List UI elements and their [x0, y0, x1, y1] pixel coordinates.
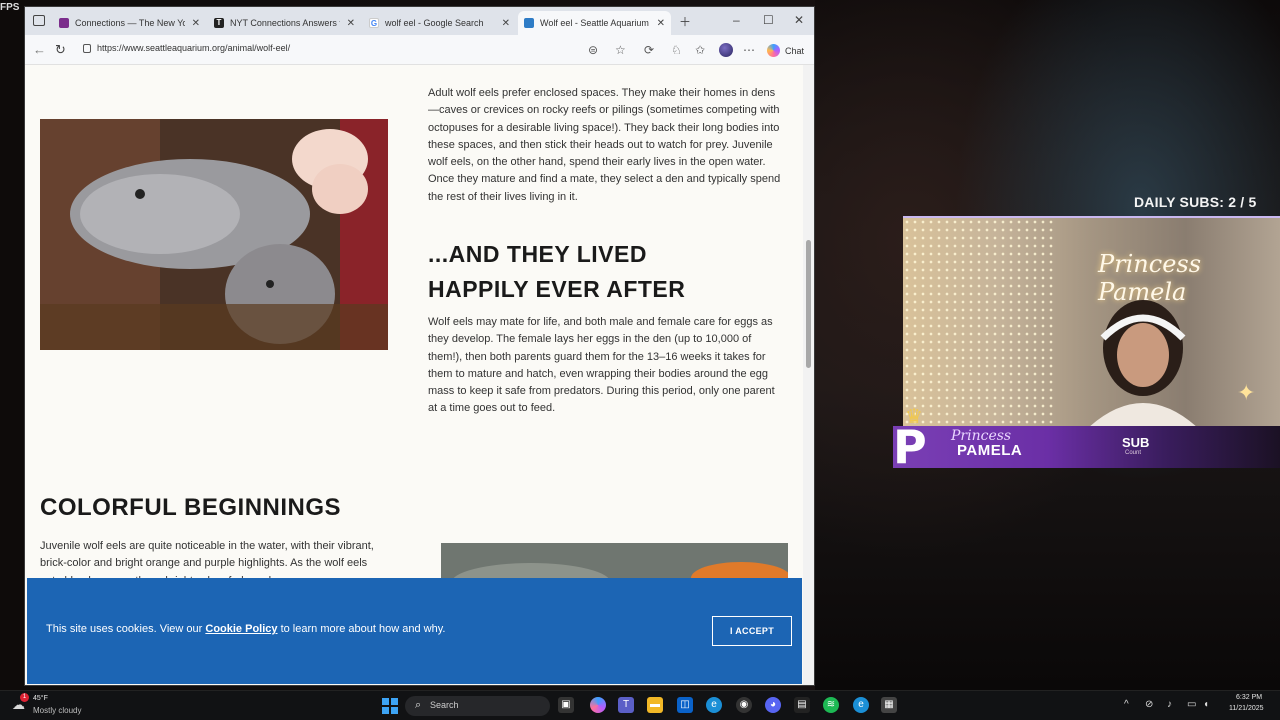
favorites-icon[interactable]: ✩ — [695, 43, 705, 57]
search-icon: ⌕ — [415, 699, 422, 711]
tab-title: wolf eel - Google Search — [385, 18, 484, 28]
task-view-icon[interactable]: ▣ — [558, 697, 574, 713]
tab-google-search[interactable]: G wolf eel - Google Search ✕ — [363, 11, 516, 35]
chevron-up-icon[interactable]: ^ — [1124, 699, 1129, 710]
browser-essentials-icon[interactable]: ♘ — [671, 43, 682, 57]
aquarium-icon — [524, 18, 534, 28]
file-explorer-icon[interactable]: ▬ — [647, 697, 663, 713]
daily-subs-counter: DAILY SUBS: 2 / 5 — [1134, 194, 1257, 210]
extensions-icon[interactable]: ⟳ — [644, 43, 654, 57]
lived-heading: ...AND THEY LIVED HAPPILY EVER AFTER — [428, 237, 685, 307]
discord-icon[interactable]: ◕ — [765, 697, 781, 713]
tab-actions-icon[interactable] — [33, 15, 45, 26]
cookie-policy-link[interactable]: Cookie Policy — [205, 623, 277, 635]
clock-date[interactable]: 11/21/2025 — [1229, 705, 1264, 712]
search-label: Search — [430, 700, 459, 710]
cookie-text-after: to learn more about how and why. — [277, 623, 446, 635]
desktop: FPS Connections — The New York Ti ✕ T NY… — [0, 0, 1280, 720]
more-menu-icon[interactable]: ⋯ — [743, 43, 755, 57]
refresh-icon[interactable]: ↻ — [55, 42, 66, 58]
volume-icon[interactable]: ◖ — [1203, 699, 1209, 710]
edge-icon[interactable]: e — [706, 697, 722, 713]
profile-avatar[interactable] — [719, 43, 733, 57]
weather-description[interactable]: Mostly cloudy — [33, 706, 81, 715]
cookie-text-before: This site uses cookies. View our — [46, 623, 206, 635]
microphone-icon[interactable]: ♪ — [1167, 699, 1172, 710]
tab-nyt-answers[interactable]: T NYT Connections Answers for N ✕ — [208, 11, 361, 35]
chat-label: Chat — [785, 45, 805, 56]
copilot-app-icon[interactable] — [590, 697, 606, 713]
reader-icon[interactable]: ⊜ — [588, 43, 598, 57]
dens-paragraph: Adult wolf eels prefer enclosed spaces. … — [428, 87, 781, 203]
close-tab-icon[interactable]: ✕ — [502, 18, 510, 29]
streamer — [1090, 300, 1196, 426]
webcam-feed: Princess Pamela ✦ — [903, 216, 1280, 426]
teams-icon[interactable]: T — [618, 697, 634, 713]
clock-time[interactable]: 6:32 PM — [1236, 694, 1262, 701]
tab-title: Connections — The New York Ti — [75, 18, 185, 28]
banner-name: PAMELA — [957, 442, 1023, 459]
cookie-banner: This site uses cookies. View our Cookie … — [27, 578, 802, 684]
new-tab-icon[interactable]: ＋ — [679, 13, 691, 30]
google-icon: G — [369, 18, 379, 28]
tab-connections-nyt[interactable]: Connections — The New York Ti ✕ — [53, 11, 206, 35]
tab-seattle-aquarium[interactable]: Wolf eel - Seattle Aquarium ✕ — [518, 11, 671, 35]
taskbar-search[interactable]: ⌕ Search — [405, 696, 550, 716]
security-icon[interactable]: ⊘ — [1145, 699, 1153, 710]
banner-sub-small: Count — [1125, 450, 1142, 456]
wolf-eel-photo — [40, 119, 388, 350]
sparkle-icon: ✦ — [1237, 380, 1256, 405]
lived-heading-line-2: HAPPILY EVER AFTER — [428, 276, 686, 302]
tab-title: NYT Connections Answers for N — [230, 18, 340, 28]
close-tab-icon[interactable]: ✕ — [192, 18, 200, 29]
display-icon[interactable]: ▭ — [1187, 699, 1196, 710]
mate-paragraph: Wolf eels may mate for life, and both ma… — [428, 316, 775, 415]
lived-heading-line-1: ...AND THEY LIVED — [428, 241, 647, 267]
name-banner: P Princess PAMELA SUB Count — [893, 420, 1280, 474]
close-tab-icon[interactable]: ✕ — [347, 18, 355, 29]
copilot-icon — [767, 44, 780, 57]
game-app-icon[interactable]: ▦ — [881, 697, 897, 713]
crown-icon: ♛ — [905, 406, 923, 428]
back-icon[interactable]: ← — [33, 42, 46, 57]
tab-title: Wolf eel - Seattle Aquarium — [540, 18, 649, 28]
store-icon[interactable]: ◫ — [677, 697, 693, 713]
nyt-icon: T — [214, 18, 224, 28]
notification-badge: 1 — [20, 693, 29, 702]
edge-profile-icon[interactable]: e — [853, 697, 869, 713]
scrollbar-thumb[interactable] — [806, 240, 811, 368]
minimize-icon[interactable]: – — [733, 13, 740, 27]
weather-temperature[interactable]: 45°F — [33, 695, 48, 702]
close-window-icon[interactable]: ✕ — [794, 13, 804, 27]
maximize-icon[interactable]: ☐ — [763, 13, 774, 27]
banner-sub-label: SUB — [1122, 435, 1150, 450]
colorful-heading: COLORFUL BEGINNINGS — [40, 494, 342, 521]
close-tab-icon[interactable]: ✕ — [657, 18, 665, 29]
fps-counter: FPS — [0, 2, 20, 13]
address-bar: ← ↻ https://www.seattleaquarium.org/anim… — [25, 35, 814, 65]
accept-cookies-button[interactable]: I ACCEPT — [712, 616, 792, 646]
page-scrollbar[interactable] — [803, 65, 814, 685]
lock-icon — [83, 44, 91, 53]
nyt-icon — [59, 18, 69, 28]
url-field[interactable]: https://www.seattleaquarium.org/animal/w… — [97, 43, 290, 53]
favorite-star-icon[interactable]: ☆ — [615, 43, 626, 57]
start-button[interactable] — [382, 698, 398, 714]
spotify-icon[interactable]: ≋ — [823, 697, 839, 713]
taskbar: ☁ 1 45°F Mostly cloudy ⌕ Search ▣ T ▬ ◫ … — [0, 690, 1280, 720]
cookie-message: This site uses cookies. View our Cookie … — [46, 623, 445, 635]
obs-icon[interactable]: ◉ — [736, 697, 752, 713]
tab-bar: Connections — The New York Ti ✕ T NYT Co… — [25, 7, 814, 35]
fairy-lights — [903, 218, 1053, 426]
notes-app-icon[interactable]: ▤ — [794, 697, 810, 713]
copilot-chat-button[interactable]: Chat — [767, 44, 804, 57]
browser-window: Connections — The New York Ti ✕ T NYT Co… — [24, 6, 815, 686]
